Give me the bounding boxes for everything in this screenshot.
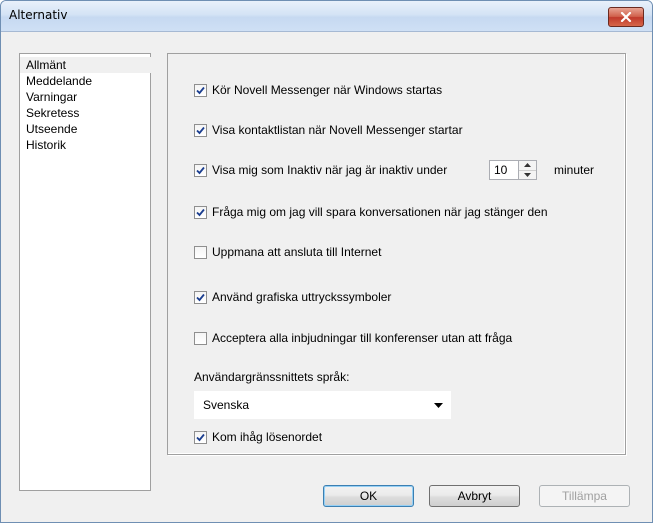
- option-label: Kom ihåg lösenordet: [212, 430, 323, 444]
- option-label: Kör Novell Messenger när Windows startas: [212, 83, 443, 97]
- general-settings-panel: Kör Novell Messenger när Windows startas…: [167, 53, 626, 455]
- check-mark-icon: [196, 166, 205, 174]
- language-select[interactable]: Svenska: [194, 391, 451, 419]
- dropdown-arrow-icon[interactable]: [426, 402, 450, 408]
- close-button[interactable]: [608, 7, 644, 27]
- category-item-historik[interactable]: Historik: [20, 137, 150, 153]
- option-prompt-connect[interactable]: Uppmana att ansluta till Internet: [194, 244, 381, 260]
- spin-down-button[interactable]: [519, 171, 536, 180]
- checkbox[interactable]: [194, 331, 207, 345]
- inactivity-minutes-spinner[interactable]: 10: [489, 159, 543, 181]
- ok-button[interactable]: OK: [323, 485, 414, 507]
- checkbox[interactable]: [194, 245, 207, 259]
- cancel-button[interactable]: Avbryt: [429, 485, 520, 507]
- language-selected-value: Svenska: [203, 398, 250, 412]
- option-label: Visa kontaktlistan när Novell Messenger …: [212, 123, 463, 137]
- category-item-allmant[interactable]: Allmänt: [20, 57, 154, 73]
- language-label: Användargränssnittets språk:: [194, 370, 350, 384]
- category-item-utseende[interactable]: Utseende: [20, 121, 150, 137]
- option-label: Använd grafiska uttryckssymboler: [212, 290, 392, 304]
- checkbox[interactable]: [194, 205, 207, 219]
- apply-button[interactable]: Tillämpa: [539, 485, 630, 507]
- option-label: Uppmana att ansluta till Internet: [212, 245, 382, 259]
- check-mark-icon: [196, 433, 205, 441]
- option-show-contact-list[interactable]: Visa kontaktlistan när Novell Messenger …: [194, 122, 463, 138]
- check-mark-icon: [196, 126, 205, 134]
- option-graphic-emoticons[interactable]: Använd grafiska uttryckssymboler: [194, 289, 391, 305]
- spin-up-button[interactable]: [519, 161, 536, 171]
- checkbox[interactable]: [194, 163, 207, 177]
- option-label: Visa mig som Inaktiv när jag är inaktiv …: [212, 163, 448, 177]
- arrow-up-icon: [524, 163, 531, 168]
- check-mark-icon: [196, 86, 205, 94]
- close-icon: [620, 12, 632, 22]
- title-bar[interactable]: Alternativ: [1, 1, 652, 32]
- option-show-inactive[interactable]: Visa mig som Inaktiv när jag är inaktiv …: [194, 162, 447, 178]
- option-start-with-windows[interactable]: Kör Novell Messenger när Windows startas: [194, 82, 442, 98]
- checkbox[interactable]: [194, 290, 207, 304]
- option-remember-password[interactable]: Kom ihåg lösenordet: [194, 429, 322, 445]
- arrow-down-icon: [524, 172, 531, 177]
- check-mark-icon: [196, 293, 205, 301]
- category-item-meddelande[interactable]: Meddelande: [20, 73, 150, 89]
- checkbox[interactable]: [194, 430, 207, 444]
- option-label: Fråga mig om jag vill spara konversation…: [212, 205, 548, 219]
- checkbox[interactable]: [194, 123, 207, 137]
- options-dialog: Alternativ Allmänt Meddelande Varningar …: [0, 0, 653, 523]
- check-mark-icon: [196, 208, 205, 216]
- option-ask-save-conversation[interactable]: Fråga mig om jag vill spara konversation…: [194, 204, 548, 220]
- checkbox[interactable]: [194, 83, 207, 97]
- category-item-sekretess[interactable]: Sekretess: [20, 105, 150, 121]
- inactivity-unit-label: minuter: [554, 163, 595, 177]
- option-accept-conference-invites[interactable]: Acceptera alla inbjudningar till konfere…: [194, 330, 512, 346]
- category-list: Allmänt Meddelande Varningar Sekretess U…: [19, 53, 154, 491]
- spin-buttons: [519, 160, 537, 180]
- inactivity-minutes-input[interactable]: 10: [489, 160, 519, 180]
- option-label: Acceptera alla inbjudningar till konfere…: [212, 331, 513, 345]
- category-item-varningar[interactable]: Varningar: [20, 89, 150, 105]
- window-title: Alternativ: [9, 8, 68, 22]
